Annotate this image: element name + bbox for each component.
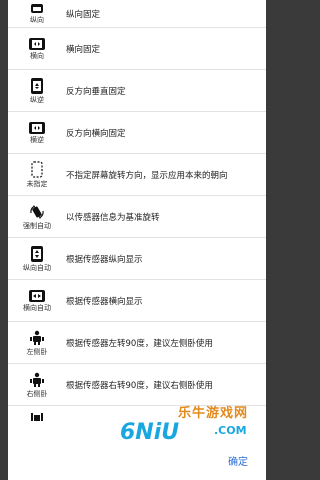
partial-option-icon	[31, 413, 43, 421]
option-icon-box: 横向自动	[8, 280, 66, 321]
option-portrait[interactable]: 纵向 纵向固定	[8, 0, 266, 28]
option-icon-box	[8, 406, 66, 436]
option-icon-label: 横向自动	[23, 303, 51, 312]
confirm-button[interactable]: 确定	[228, 453, 248, 468]
option-icon-box: 左侧卧	[8, 322, 66, 363]
screen-orientation-dialog: 纵向 纵向固定 横向 横向固定 纵逆 反方向垂直固定 横逆 反方向横向固定 未指…	[8, 0, 266, 480]
option-description: 以传感器信息为基准旋转	[66, 212, 160, 223]
auto-rotate-icon	[30, 204, 44, 219]
landscape-icon	[29, 37, 45, 50]
option-icon-label: 右侧卧	[26, 389, 48, 398]
lie-right-icon	[30, 372, 44, 387]
option-reverse-portrait[interactable]: 纵逆 反方向垂直固定	[8, 70, 266, 112]
portrait-icon	[31, 4, 43, 13]
option-icon-box: 未指定	[8, 154, 66, 195]
option-icon-label: 纵逆	[30, 95, 44, 104]
option-icon-label: 强制自动	[23, 221, 51, 230]
option-icon-box: 横逆	[8, 112, 66, 153]
option-description: 根据传感器左转90度，建议左侧卧使用	[66, 338, 213, 349]
option-icon-label: 横逆	[30, 135, 44, 144]
lie-left-icon	[30, 330, 44, 345]
option-icon-label: 纵向自动	[23, 263, 51, 272]
option-auto-landscape[interactable]: 横向自动 根据传感器横向显示	[8, 280, 266, 322]
option-lie-left[interactable]: 左侧卧 根据传感器左转90度，建议左侧卧使用	[8, 322, 266, 364]
auto-landscape-icon	[29, 289, 45, 302]
option-icon-box: 纵向	[8, 0, 66, 27]
option-description: 根据传感器右转90度，建议右侧卧使用	[66, 380, 213, 391]
option-description: 纵向固定	[66, 10, 101, 20]
option-icon-label: 纵向	[30, 16, 44, 24]
option-description: 横向固定	[66, 44, 101, 55]
option-description: 根据传感器横向显示	[66, 296, 143, 307]
option-partial[interactable]	[8, 406, 266, 436]
option-icon-box: 强制自动	[8, 196, 66, 237]
reverse-landscape-icon	[29, 121, 45, 134]
option-icon-box: 纵逆	[8, 70, 66, 111]
option-description: 不指定屏幕旋转方向，显示应用本来的朝向	[66, 170, 228, 181]
option-auto-rotate[interactable]: 强制自动 以传感器信息为基准旋转	[8, 196, 266, 238]
option-reverse-landscape[interactable]: 横逆 反方向横向固定	[8, 112, 266, 154]
option-description: 反方向横向固定	[66, 128, 126, 139]
option-icon-label: 左侧卧	[26, 347, 48, 356]
unspecified-icon	[31, 161, 43, 178]
option-auto-portrait[interactable]: 纵向自动 根据传感器纵向显示	[8, 238, 266, 280]
reverse-portrait-icon	[31, 77, 43, 94]
option-landscape[interactable]: 横向 横向固定	[8, 28, 266, 70]
option-icon-box: 右侧卧	[8, 364, 66, 405]
option-icon-box: 横向	[8, 28, 66, 69]
option-description: 根据传感器纵向显示	[66, 254, 143, 265]
option-lie-right[interactable]: 右侧卧 根据传感器右转90度，建议右侧卧使用	[8, 364, 266, 406]
option-unspecified[interactable]: 未指定 不指定屏幕旋转方向，显示应用本来的朝向	[8, 154, 266, 196]
option-description: 反方向垂直固定	[66, 86, 126, 97]
option-icon-label: 未指定	[26, 180, 48, 188]
option-icon-label: 横向	[30, 51, 44, 60]
option-icon-box: 纵向自动	[8, 238, 66, 279]
auto-portrait-icon	[31, 245, 43, 262]
